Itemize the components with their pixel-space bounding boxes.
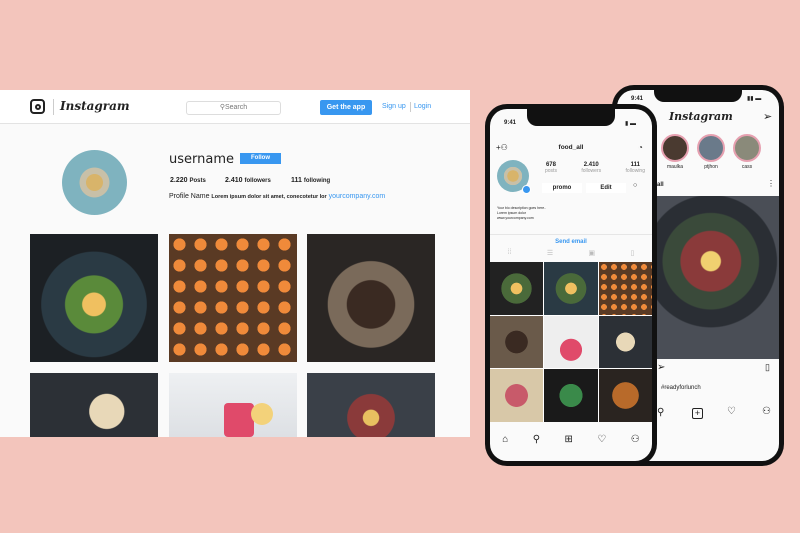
profile-avatar	[62, 150, 127, 215]
brand-wordmark: Instagram	[60, 99, 130, 113]
history-icon[interactable]: ◔	[638, 143, 643, 152]
profile-tabs: ⁞⁞ ☰ ▣ ▯	[490, 249, 652, 257]
grid-photo[interactable]	[598, 262, 652, 315]
search-placeholder: Search	[224, 104, 248, 111]
followers-stat[interactable]: 2.410 followers	[581, 162, 601, 174]
grid-photo[interactable]	[307, 234, 435, 362]
followers-label: followers	[244, 178, 271, 184]
nav-new-post-icon[interactable]: ⊞	[565, 434, 573, 445]
followers-label: followers	[581, 168, 602, 174]
grid-photo[interactable]	[169, 373, 297, 437]
grid-photo[interactable]	[30, 373, 158, 437]
story-item[interactable]: ptjhon	[697, 134, 725, 170]
following-label: following	[625, 168, 645, 174]
direct-message-icon[interactable]: ➢	[763, 110, 772, 123]
profile-handle: food_all	[558, 144, 584, 151]
grid-photo[interactable]	[598, 315, 652, 369]
profile-screen: 9:41 ▮ ▬ +⚇ food_all ◔ 678 posts 2.410 fol…	[490, 109, 652, 461]
nav-home-icon[interactable]: ⌂	[502, 434, 508, 445]
status-time: 9:41	[504, 120, 517, 126]
posts-count: 2.220 Posts	[170, 177, 206, 184]
followers-count[interactable]: 2.410 followers	[225, 177, 271, 184]
add-story-icon[interactable]	[522, 185, 531, 194]
posts-stat: 678 posts	[545, 162, 557, 174]
bio-link[interactable]: www.yourcompany.com	[497, 216, 546, 221]
nav-new-post-icon[interactable]: +	[692, 408, 703, 419]
following-stat[interactable]: 111 following	[626, 162, 645, 174]
grid-photo[interactable]	[544, 315, 598, 369]
search-input[interactable]: ⚲Search	[186, 101, 281, 115]
username: username	[169, 152, 234, 167]
bio-text: Lorem ipsum dolor sit amet, conecotetur …	[211, 194, 327, 200]
posts-label: posts	[545, 168, 557, 174]
story-item[interactable]: cass	[733, 134, 761, 170]
following-label: following	[303, 178, 331, 184]
status-icons: ▮▮ ▬	[747, 96, 762, 102]
grid-photo[interactable]	[598, 369, 652, 422]
get-app-button[interactable]: Get the app	[320, 100, 372, 115]
website-link[interactable]: yourcompany.com	[329, 193, 386, 200]
grid-photo[interactable]	[490, 369, 544, 422]
nav-activity-icon[interactable]: ♡	[597, 434, 606, 445]
more-options-icon[interactable]: ⋮	[767, 179, 775, 188]
desktop-profile-window: Instagram ⚲Search Get the app Sign up Lo…	[0, 90, 470, 437]
status-time: 9:41	[631, 96, 644, 102]
nav-search-icon[interactable]: ⚲	[533, 434, 540, 445]
desktop-header: Instagram ⚲Search Get the app Sign up Lo…	[0, 90, 470, 124]
divider	[410, 102, 411, 112]
post-image[interactable]	[655, 196, 779, 359]
grid-photo[interactable]	[169, 234, 297, 362]
saved-tab-icon[interactable]: ▯	[630, 249, 634, 257]
bio: Profile Name Lorem ipsum dolor sit amet,…	[169, 193, 385, 200]
grid-photo[interactable]	[490, 262, 544, 315]
nav-profile-icon[interactable]: ⚇	[762, 406, 771, 417]
instagram-logo-icon[interactable]	[30, 99, 45, 114]
grid-tab-icon[interactable]: ⁞⁞	[508, 249, 512, 257]
post-username[interactable]: all	[657, 182, 664, 188]
phone-profile: 9:41 ▮ ▬ +⚇ food_all ◔ 678 posts 2.410 fol…	[485, 104, 657, 466]
nav-search-icon[interactable]: ⚲	[657, 407, 664, 418]
nav-profile-icon[interactable]: ⚇	[631, 434, 640, 445]
bottom-nav: ⌂ ⚲ ⊞ ♡ ⚇	[490, 434, 652, 445]
story-name: maulka	[666, 164, 684, 170]
status-icons: ▮ ▬	[625, 121, 636, 127]
phone-notch	[527, 104, 615, 126]
divider	[53, 99, 54, 115]
story-name: ptjhon	[704, 164, 718, 170]
posts-label: Posts	[189, 178, 206, 184]
grid-photo[interactable]	[307, 373, 435, 437]
following-count[interactable]: 111 following	[291, 177, 330, 184]
profile-bio: Your bio description goes here.. Lorem i…	[497, 206, 546, 221]
bookmark-icon[interactable]: ▯	[765, 362, 770, 373]
grid-photo[interactable]	[30, 234, 158, 362]
settings-icon[interactable]: ○	[633, 182, 637, 189]
follow-button[interactable]: Follow	[240, 153, 281, 164]
phone-notch	[654, 85, 742, 102]
sign-up-link[interactable]: Sign up	[382, 103, 406, 110]
story-name: cass	[741, 164, 753, 170]
brand-wordmark: Instagram	[669, 110, 733, 123]
following-value: 111	[291, 177, 302, 184]
promo-button[interactable]: promo	[542, 183, 582, 193]
story-item[interactable]: maulka	[661, 134, 689, 170]
grid-photo[interactable]	[544, 369, 598, 422]
share-icon[interactable]: ➢	[657, 362, 665, 373]
grid-photo[interactable]	[544, 262, 598, 315]
tagged-tab-icon[interactable]: ▣	[588, 249, 595, 257]
profile-name: Profile Name	[169, 193, 210, 200]
nav-activity-icon[interactable]: ♡	[727, 406, 736, 417]
login-link[interactable]: Login	[414, 103, 431, 110]
photo-grid	[490, 262, 652, 422]
post-caption: #readyforlunch	[661, 385, 701, 391]
send-email-button[interactable]: Send email	[490, 234, 652, 248]
followers-value: 2.410	[225, 177, 243, 184]
profile-stats: 678 posts 2.410 followers 111 following	[545, 162, 645, 174]
edit-button[interactable]: Edit	[586, 183, 626, 193]
grid-photo[interactable]	[490, 315, 544, 369]
posts-value: 2.220	[170, 177, 188, 184]
list-tab-icon[interactable]: ☰	[547, 249, 553, 257]
